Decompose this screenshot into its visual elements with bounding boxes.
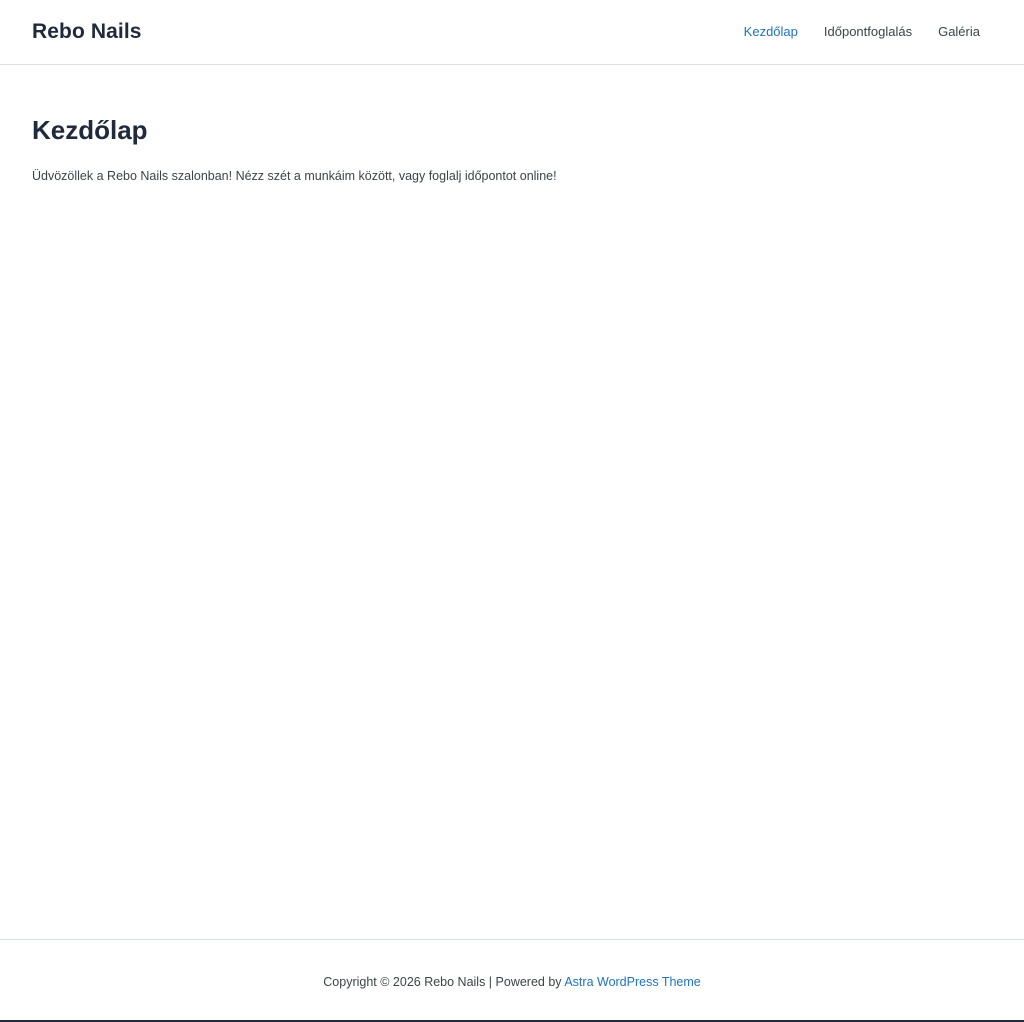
site-footer: Copyright © 2026 Rebo Nails | Powered by…	[0, 939, 1024, 1022]
page: Rebo Nails Kezdőlap Időpontfoglalás Galé…	[0, 0, 1024, 1022]
nav-item-galeria[interactable]: Galéria	[912, 22, 980, 42]
intro-paragraph: Üdvözöllek a Rebo Nails szalonban! Nézz …	[32, 169, 557, 183]
main-navigation: Kezdőlap Időpontfoglalás Galéria	[718, 22, 980, 42]
main-content: Kezdőlap Üdvözöllek a Rebo Nails szalonb…	[0, 65, 1024, 939]
astra-theme-link[interactable]: Astra WordPress Theme	[564, 975, 700, 989]
page-title: Kezdőlap	[32, 115, 148, 145]
site-header: Rebo Nails Kezdőlap Időpontfoglalás Galé…	[0, 0, 1024, 65]
entry-content: Üdvözöllek a Rebo Nails szalonban! Nézz …	[32, 166, 992, 186]
site-title-link[interactable]: Rebo Nails	[32, 20, 142, 44]
nav-item-kezdolap[interactable]: Kezdőlap	[718, 22, 798, 42]
copyright-text: Copyright © 2026 Rebo Nails | Powered by	[323, 975, 562, 989]
nav-item-idopontfoglalas[interactable]: Időpontfoglalás	[798, 22, 912, 42]
footer-copyright: Copyright © 2026 Rebo Nails | Powered by…	[323, 970, 700, 992]
